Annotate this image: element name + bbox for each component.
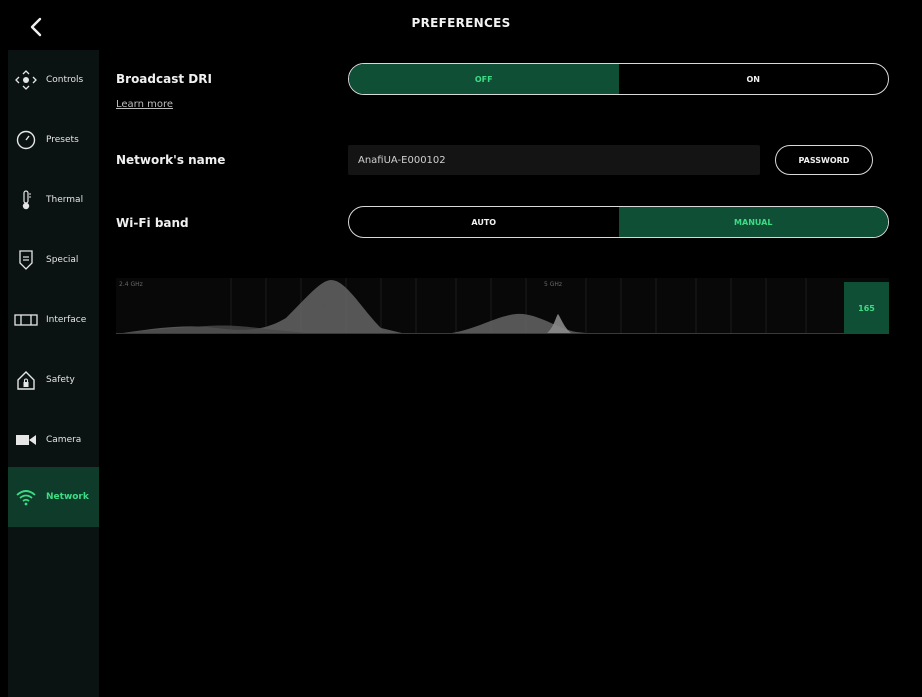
sidebar-item-label: Camera [46, 435, 82, 445]
sidebar-item-label: Network [46, 492, 89, 502]
sidebar-item-safety[interactable]: Safety [8, 350, 99, 410]
spectrum-label-5ghz: 5 GHz [544, 281, 563, 288]
broadcast-on-option[interactable]: ON [619, 64, 889, 94]
selected-channel-badge[interactable]: 165 [844, 282, 889, 334]
sidebar-item-label: Safety [46, 375, 75, 385]
broadcast-dri-label: Broadcast DRI [116, 72, 212, 86]
network-name-label: Network's name [116, 153, 226, 167]
broadcast-dri-toggle: OFF ON [348, 63, 889, 95]
shield-icon [12, 249, 40, 271]
battery-layout-icon [12, 312, 40, 328]
sidebar-item-label: Controls [46, 75, 84, 85]
sidebar-item-interface[interactable]: Interface [8, 290, 99, 350]
network-name-field[interactable]: AnafiUA-E000102 [348, 145, 760, 175]
channel-spectrum-graph[interactable] [116, 278, 889, 334]
top-bar: PREFERENCES [0, 0, 922, 50]
sidebar-item-controls[interactable]: Controls [8, 50, 99, 110]
password-button[interactable]: PASSWORD [775, 145, 873, 175]
thermometer-icon [12, 189, 40, 211]
sidebar-item-camera[interactable]: Camera [8, 410, 99, 470]
sidebar-item-special[interactable]: Special [8, 230, 99, 290]
dpad-icon [12, 69, 40, 91]
wifi-band-toggle: AUTO MANUAL [348, 206, 889, 238]
video-camera-icon [12, 432, 40, 448]
gauge-icon [12, 129, 40, 151]
sidebar-item-label: Interface [46, 315, 87, 325]
sidebar: Controls Presets Thermal Special Interfa… [8, 50, 99, 697]
sidebar-item-thermal[interactable]: Thermal [8, 170, 99, 230]
sidebar-item-label: Thermal [46, 195, 84, 205]
sidebar-item-label: Presets [46, 135, 79, 145]
page-title: PREFERENCES [411, 16, 511, 30]
learn-more-link[interactable]: Learn more [116, 99, 173, 110]
sidebar-item-network[interactable]: Network [8, 467, 99, 527]
home-lock-icon [12, 369, 40, 391]
wifi-band-manual-option[interactable]: MANUAL [618, 207, 888, 237]
wifi-band-auto-option[interactable]: AUTO [349, 207, 619, 237]
wifi-icon [12, 488, 40, 506]
broadcast-off-option[interactable]: OFF [349, 64, 619, 94]
sidebar-item-presets[interactable]: Presets [8, 110, 99, 170]
channel-marker: 6 [323, 302, 327, 309]
sidebar-item-label: Special [46, 255, 79, 265]
wifi-band-label: Wi-Fi band [116, 216, 189, 230]
spectrum-label-24ghz: 2.4 GHz [119, 281, 143, 288]
